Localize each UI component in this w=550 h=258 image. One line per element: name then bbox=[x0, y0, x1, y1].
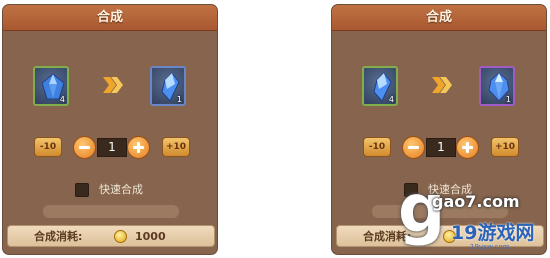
plus-icon[interactable] bbox=[456, 136, 479, 159]
plus-ten-button[interactable]: +10 bbox=[162, 137, 190, 157]
double-arrow-icon bbox=[103, 77, 123, 93]
cost-bar: 合成消耗: 1000 bbox=[7, 225, 215, 247]
input-count: 4 bbox=[59, 95, 65, 104]
panel-title: 合成 bbox=[332, 5, 546, 31]
quantity-field[interactable]: 1 bbox=[97, 138, 127, 157]
input-count: 4 bbox=[388, 95, 394, 104]
minus-ten-button[interactable]: -10 bbox=[34, 137, 62, 157]
output-item-slot[interactable]: 1 bbox=[479, 66, 515, 106]
cost-value: 1000 bbox=[135, 230, 166, 243]
panel-title: 合成 bbox=[3, 5, 217, 31]
output-count: 1 bbox=[176, 95, 182, 104]
watermark-url: 19yxw.com bbox=[470, 243, 510, 251]
input-item-slot[interactable]: 4 bbox=[33, 66, 69, 106]
plus-ten-button[interactable]: +10 bbox=[491, 137, 519, 157]
hint-bar bbox=[43, 205, 179, 218]
input-item-slot[interactable]: 4 bbox=[362, 66, 398, 106]
coin-icon bbox=[114, 230, 127, 243]
output-item-slot[interactable]: 1 bbox=[150, 66, 186, 106]
output-count: 1 bbox=[505, 95, 511, 104]
cost-label: 合成消耗: bbox=[34, 230, 83, 243]
plus-icon[interactable] bbox=[127, 136, 150, 159]
watermark-domain: gao7.com bbox=[432, 192, 520, 211]
watermark-site-name: 19游戏网 bbox=[451, 222, 535, 244]
quick-synthesis-label: 快速合成 bbox=[99, 183, 143, 196]
minus-ten-button[interactable]: -10 bbox=[363, 137, 391, 157]
minus-icon[interactable] bbox=[73, 136, 96, 159]
double-arrow-icon bbox=[432, 77, 452, 93]
quantity-field[interactable]: 1 bbox=[426, 138, 456, 157]
minus-icon[interactable] bbox=[402, 136, 425, 159]
synthesis-panel-left: 合成 4 1 -10 1 +10 快速合成 合成消耗: 1000 bbox=[2, 4, 218, 255]
quick-synthesis-checkbox[interactable] bbox=[75, 183, 89, 197]
